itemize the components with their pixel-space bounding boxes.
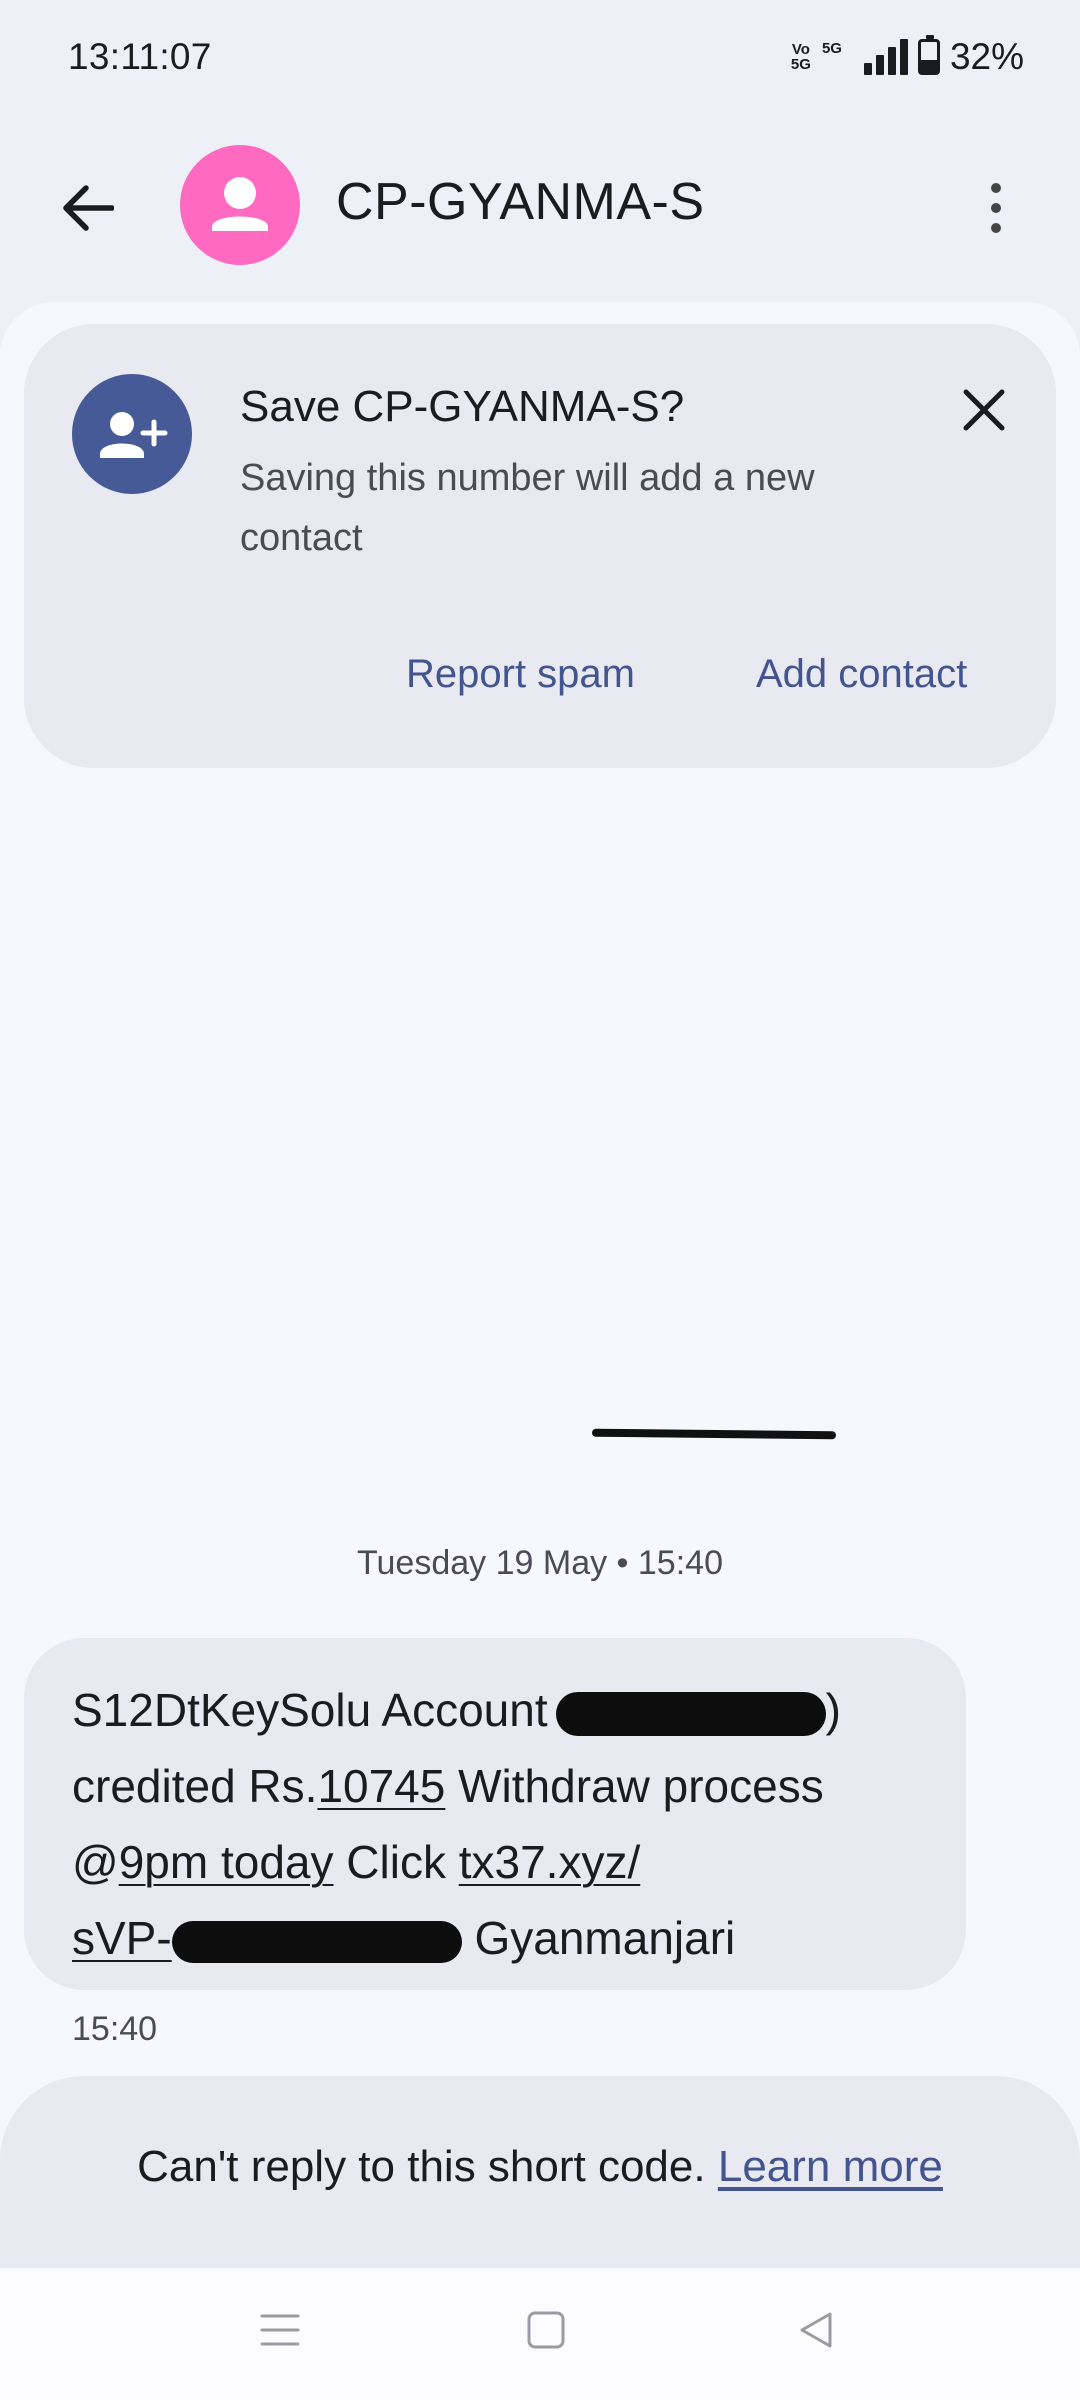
message-part: Withdraw process <box>445 1760 824 1812</box>
conversation-title: CP-GYANMA-S <box>336 173 705 231</box>
close-icon <box>963 389 1005 431</box>
5g-signal-icon: 5G <box>822 38 854 76</box>
person-add-icon <box>100 412 168 458</box>
arrow-back-icon <box>63 185 114 231</box>
amount-link[interactable]: 10745 <box>317 1760 445 1812</box>
time-link[interactable]: 9pm today <box>119 1836 334 1888</box>
menu-icon <box>260 2314 300 2346</box>
url-part: sVP- <box>72 1912 172 1964</box>
add-contact-button[interactable]: Add contact <box>756 652 967 697</box>
redaction-mark <box>555 1691 826 1736</box>
url-link-continued[interactable]: sVP- <box>72 1912 462 1964</box>
report-spam-button[interactable]: Report spam <box>406 652 635 697</box>
message-part: credited Rs. <box>72 1760 318 1812</box>
recent-apps-button[interactable] <box>250 2300 310 2360</box>
triangle-back-icon <box>800 2312 832 2348</box>
status-time: 13:11:07 <box>68 36 212 77</box>
message-timestamp: 15:40 <box>72 2010 158 2048</box>
save-prompt-title: Save CP-GYANMA-S? <box>240 382 685 431</box>
message-part: S12DtKeySolu Account <box>72 1684 548 1736</box>
home-button[interactable] <box>516 2300 576 2360</box>
no-reply-message: Can't reply to this short code. <box>137 2142 706 2191</box>
save-prompt-description: Saving this number will add a new contac… <box>240 457 815 559</box>
more-options-button[interactable] <box>970 172 1022 244</box>
back-button[interactable] <box>52 172 124 244</box>
learn-more-link[interactable]: Learn more <box>718 2142 943 2191</box>
system-back-button[interactable] <box>786 2300 846 2360</box>
square-icon <box>527 2311 565 2349</box>
network-type: 5G <box>821 40 842 57</box>
message-part: @ <box>72 1836 119 1888</box>
contact-avatar[interactable] <box>180 145 300 265</box>
battery-percent: 32% <box>949 36 1024 77</box>
message-text[interactable]: S12DtKeySolu Account) credited Rs.10745 … <box>72 1672 932 1976</box>
redaction-mark <box>171 1920 462 1963</box>
dot <box>991 203 1001 213</box>
message-part: Gyanmanjari <box>474 1912 736 1964</box>
close-button[interactable] <box>952 378 1016 442</box>
add-person-avatar <box>72 374 192 494</box>
message-part: Click <box>333 1836 459 1888</box>
url-link[interactable]: tx37.xyz/ <box>459 1836 641 1888</box>
volte-icon: Vo 5G <box>790 41 811 73</box>
person-icon <box>212 177 268 231</box>
no-reply-text: Can't reply to this short code. Learn mo… <box>0 2142 1080 2192</box>
battery-icon <box>917 35 940 75</box>
signal-bars-icon <box>863 39 908 75</box>
dot <box>991 223 1001 233</box>
date-separator: Tuesday 19 May • 15:40 <box>357 1544 723 1582</box>
dot <box>991 183 1001 193</box>
message-part: ) <box>825 1684 841 1736</box>
status-icons: Vo 5G 5G 32% <box>790 35 1024 78</box>
